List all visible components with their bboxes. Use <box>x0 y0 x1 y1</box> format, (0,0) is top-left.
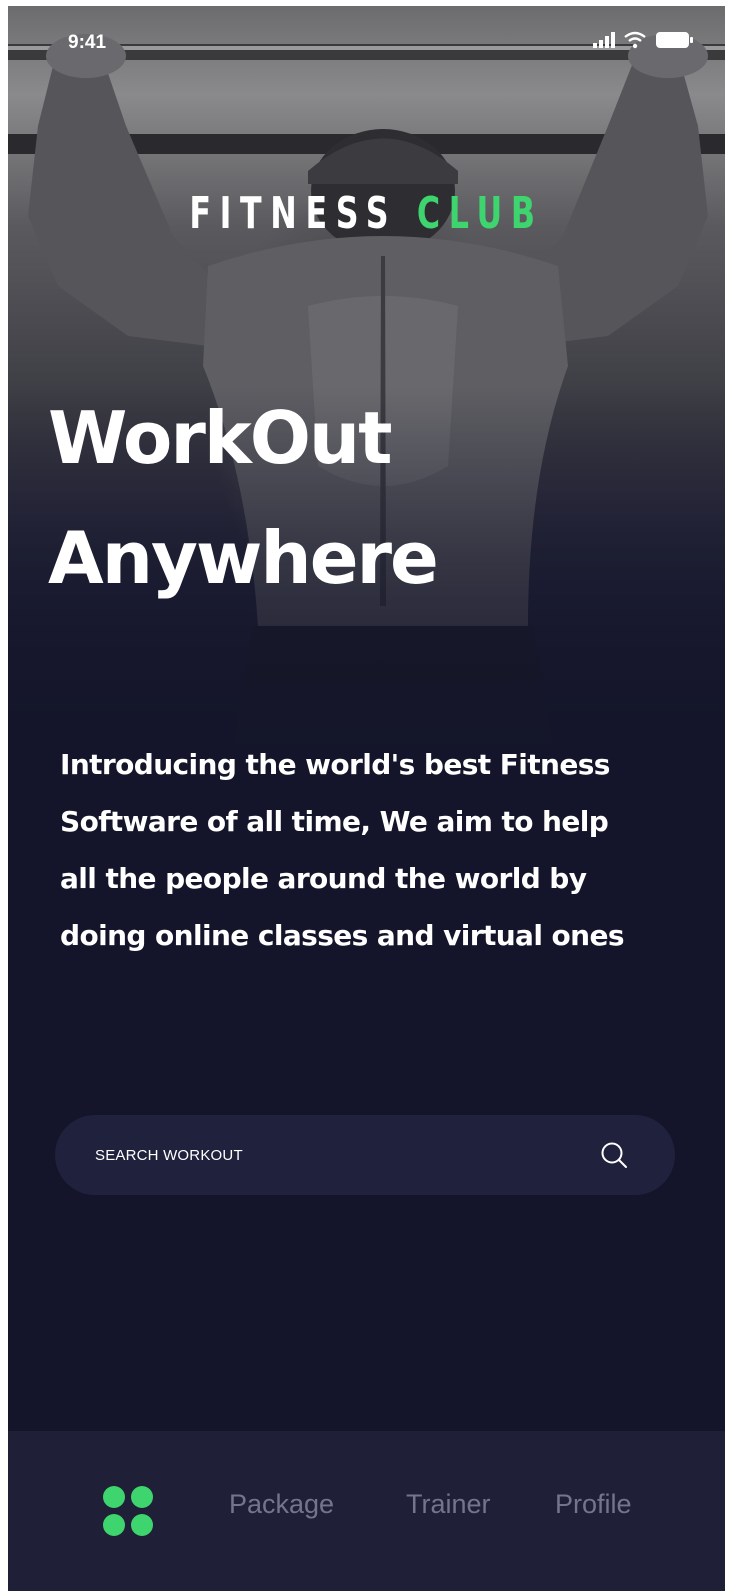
nav-item-profile[interactable]: Profile <box>555 1489 632 1520</box>
nav-item-trainer[interactable]: Trainer <box>406 1489 491 1520</box>
search-workout-input[interactable] <box>95 1146 597 1164</box>
hero-headline: WorkOut Anywhere <box>48 378 688 618</box>
search-icon <box>601 1142 627 1168</box>
status-time: 9:41 <box>68 32 107 53</box>
logo-text-accent: CLUB <box>416 188 544 239</box>
search-bar <box>55 1115 675 1195</box>
logo-text-primary: FITNESS <box>189 188 398 239</box>
headline-line: Anywhere <box>48 516 439 600</box>
status-icons <box>593 30 695 50</box>
intro-line: all the people around the world by <box>60 862 587 895</box>
wifi-icon <box>624 31 646 49</box>
intro-line: doing online classes and virtual ones <box>60 919 625 952</box>
status-bar: 9:41 <box>8 6 725 76</box>
intro-line: Software of all time, We aim to help <box>60 805 609 838</box>
battery-icon <box>656 32 693 48</box>
app-screen: 9:41 FITNESS CLUB WorkOut Anywhere Intro… <box>8 6 725 1591</box>
signal-icon <box>593 32 615 48</box>
headline-line: WorkOut <box>48 396 393 480</box>
nav-home-button[interactable] <box>98 1481 158 1541</box>
intro-line: Introducing the world's best Fitness <box>60 748 610 781</box>
bottom-navigation: Package Trainer Profile <box>8 1431 725 1591</box>
fitness-club-logo: FITNESS CLUB <box>108 188 624 239</box>
search-button[interactable] <box>597 1138 631 1172</box>
nav-item-package[interactable]: Package <box>229 1489 334 1520</box>
intro-paragraph: Introducing the world's best Fitness Sof… <box>60 736 700 964</box>
